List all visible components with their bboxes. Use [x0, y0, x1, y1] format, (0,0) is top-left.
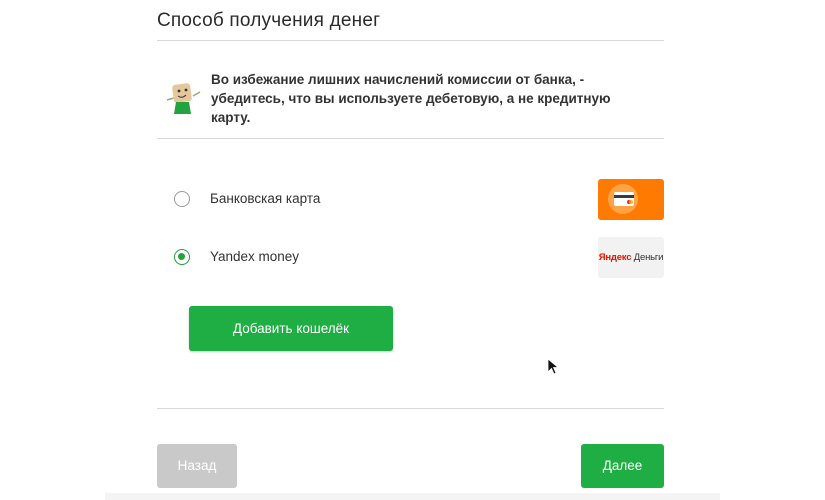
- payment-option-bank-card[interactable]: Банковская карта: [174, 178, 664, 220]
- divider: [157, 408, 664, 409]
- add-wallet-button[interactable]: Добавить кошелёк: [189, 306, 393, 351]
- divider: [157, 138, 664, 139]
- bottom-strip: [105, 493, 720, 500]
- mouse-cursor-icon: [547, 358, 559, 375]
- yandex-money-logo: Яндекс Деньги: [598, 237, 664, 278]
- notice-box: Во избежание лишних начислений комиссии …: [163, 68, 663, 128]
- notice-line: убедитесь, что вы используете дебетовую,…: [211, 91, 611, 106]
- option-label: Yandex money: [210, 249, 300, 264]
- notice-text: Во избежание лишних начислений комиссии …: [211, 70, 631, 127]
- notice-line: Во избежание лишних начислений комиссии …: [211, 72, 585, 87]
- divider: [157, 40, 664, 41]
- radio-bank-card[interactable]: [174, 191, 190, 207]
- next-button[interactable]: Далее: [581, 444, 664, 488]
- payment-option-yandex-money[interactable]: Yandex money Яндекс Деньги: [174, 236, 664, 278]
- back-button[interactable]: Назад: [157, 444, 237, 488]
- page-title: Способ получения денег: [157, 10, 381, 31]
- mascot-icon: [166, 83, 201, 114]
- notice-line: карту.: [211, 110, 251, 125]
- bank-card-icon: [598, 179, 664, 220]
- radio-yandex-money[interactable]: [174, 249, 190, 265]
- option-label: Банковская карта: [210, 191, 321, 206]
